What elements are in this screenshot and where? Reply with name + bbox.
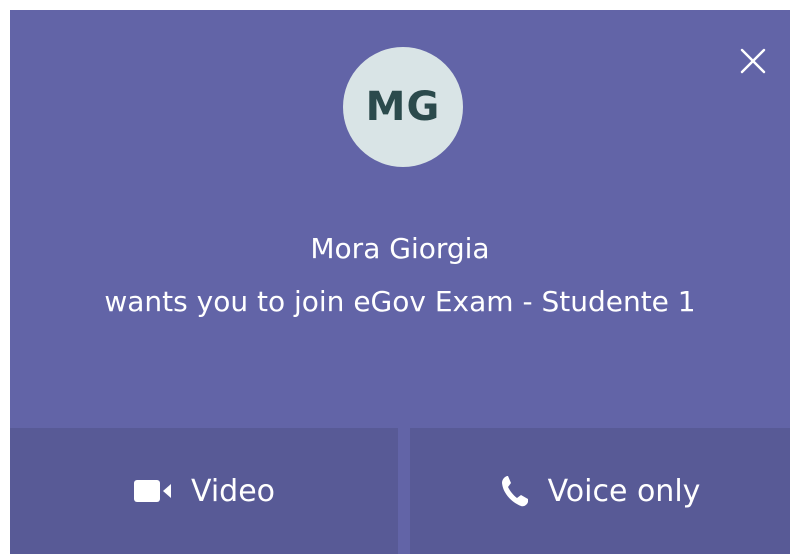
phone-icon xyxy=(500,474,530,508)
close-icon xyxy=(740,48,766,74)
call-message: Mora Giorgia wants you to join eGov Exam… xyxy=(10,222,790,328)
caller-initials: MG xyxy=(365,84,441,130)
voice-only-button-label: Voice only xyxy=(547,473,701,509)
call-actions: Video Voice only xyxy=(10,428,790,554)
button-divider xyxy=(398,428,410,554)
video-button[interactable]: Video xyxy=(10,428,398,554)
video-camera-icon xyxy=(133,478,173,504)
video-button-label: Video xyxy=(190,473,276,509)
close-button[interactable] xyxy=(738,46,768,76)
voice-only-button[interactable]: Voice only xyxy=(410,428,790,554)
caller-name: Mora Giorgia xyxy=(310,232,490,265)
incoming-call-toast: MG Mora Giorgia wants you to join eGov E… xyxy=(10,10,790,554)
call-subtitle: wants you to join eGov Exam - Studente 1 xyxy=(104,285,696,318)
caller-avatar: MG xyxy=(343,47,463,167)
